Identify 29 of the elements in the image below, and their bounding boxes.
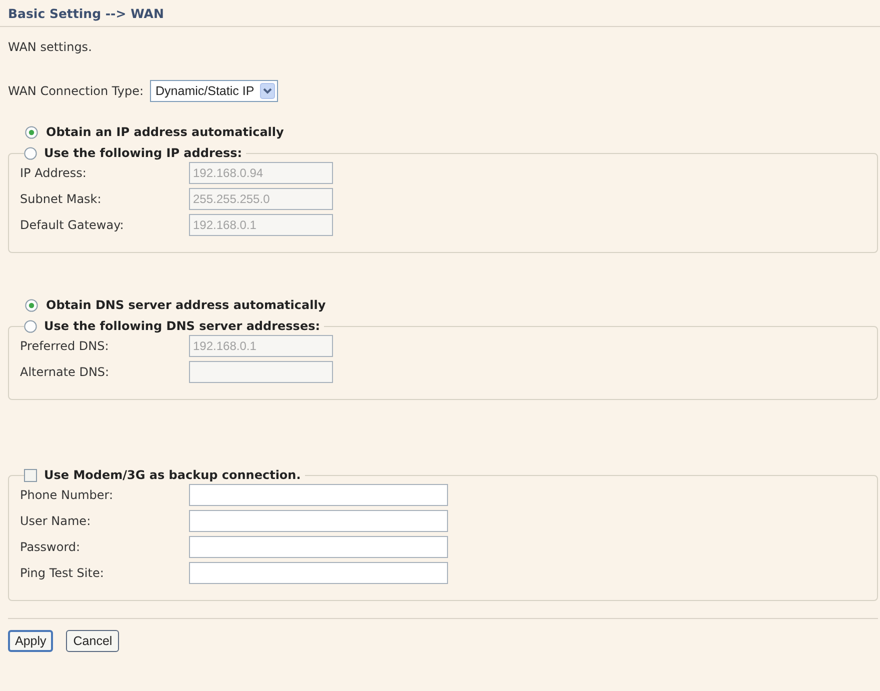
radio-button[interactable] — [24, 146, 37, 160]
field-label: Password: — [20, 540, 82, 554]
intro-text: WAN settings. — [8, 40, 92, 54]
radio-button[interactable] — [25, 298, 38, 312]
option-label: Use the following DNS server addresses: — [44, 319, 320, 333]
field-label: User Name: — [20, 514, 92, 528]
option-label: Use Modem/3G as backup connection. — [44, 468, 301, 482]
page-title: Basic Setting --> WAN — [8, 6, 164, 21]
field-label: Default Gateway: — [20, 218, 125, 232]
connection-type-dropdown[interactable]: Dynamic/Static IP — [150, 80, 278, 102]
radio-button[interactable] — [24, 320, 37, 332]
input-field[interactable] — [189, 562, 448, 584]
input-field[interactable] — [189, 510, 448, 532]
option-label: Obtain DNS server address automatically — [46, 298, 326, 312]
field-label: Subnet Mask: — [20, 192, 102, 206]
field-label: Preferred DNS: — [20, 339, 110, 353]
field-label: IP Address: — [20, 166, 88, 180]
field-label: Alternate DNS: — [20, 365, 110, 379]
option-label: Use the following IP address: — [44, 146, 242, 160]
field-label: Phone Number: — [20, 488, 114, 502]
input-field[interactable] — [189, 536, 448, 558]
field-label: WAN Connection Type: — [8, 84, 144, 98]
field-label: Ping Test Site: — [20, 566, 105, 580]
option-label: Obtain an IP address automatically — [46, 125, 284, 139]
action-button[interactable]: Apply — [8, 630, 54, 652]
checkbox[interactable] — [24, 468, 37, 482]
input-field[interactable] — [189, 484, 448, 506]
action-button[interactable]: Cancel — [66, 630, 120, 652]
radio-button[interactable] — [25, 126, 38, 138]
